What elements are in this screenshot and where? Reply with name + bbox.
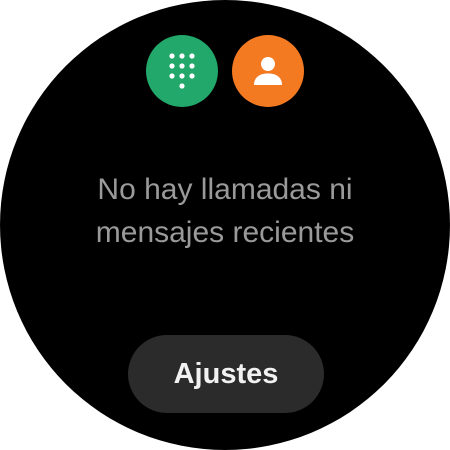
watch-screen: No hay llamadas ni mensajes recientes Aj… (0, 0, 450, 450)
empty-state-message: No hay llamadas ni mensajes recientes (40, 168, 410, 254)
contact-person-icon (251, 54, 285, 88)
settings-button[interactable]: Ajustes (128, 335, 324, 413)
empty-state-line-1: No hay llamadas ni (97, 173, 353, 206)
empty-state-line-2: mensajes recientes (95, 216, 355, 249)
dialpad-icon (167, 51, 197, 91)
dialpad-button[interactable] (146, 35, 218, 107)
contacts-button[interactable] (232, 35, 304, 107)
